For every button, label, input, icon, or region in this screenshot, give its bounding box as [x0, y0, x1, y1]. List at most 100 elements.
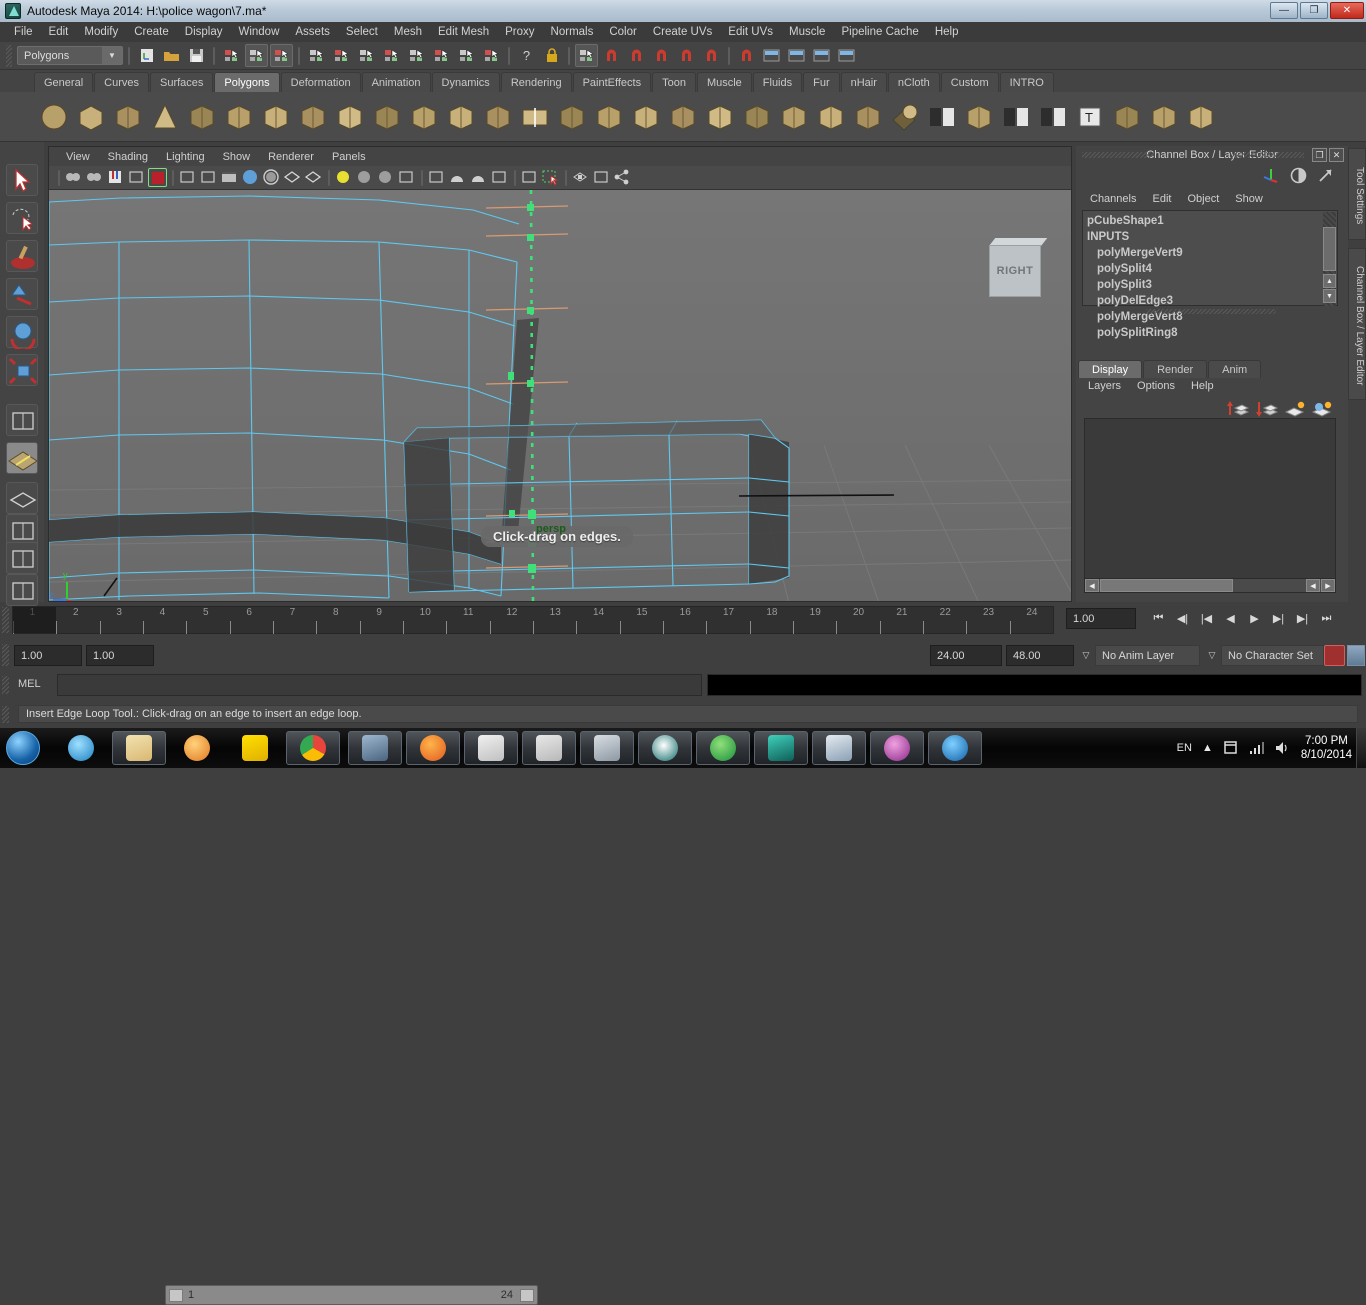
poly-duplicate-face-icon[interactable] — [851, 100, 885, 134]
poly-subdiv-icon[interactable] — [444, 100, 478, 134]
channelbox-row[interactable]: polySplit3 — [1083, 277, 1337, 293]
highlight-selection-icon[interactable] — [575, 44, 598, 67]
menuset-selector[interactable]: Polygons ▼ — [17, 46, 123, 65]
layer-hscroll-thumb[interactable] — [1100, 579, 1233, 592]
select-by-object-icon[interactable] — [245, 44, 268, 67]
select-mask-points-icon[interactable] — [405, 44, 428, 67]
insert-edge-loop-icon[interactable] — [518, 100, 552, 134]
poly-wedge-icon[interactable] — [814, 100, 848, 134]
shelf-tab-nhair[interactable]: nHair — [840, 72, 887, 92]
share-icon[interactable] — [613, 168, 632, 187]
taskbar-item-internet-download-manager[interactable] — [696, 731, 750, 765]
select-mask-center-icon[interactable] — [455, 44, 478, 67]
shelf-tab-fluids[interactable]: Fluids — [752, 72, 803, 92]
viewport-toolbar-separator[interactable] — [562, 169, 569, 186]
viewport-menu-view[interactable]: View — [57, 151, 99, 163]
taskbar-item-google-chrome[interactable] — [286, 731, 340, 765]
toolbox-layout-quad-icon[interactable] — [6, 442, 38, 474]
range-slider-left-handle[interactable] — [169, 1289, 183, 1302]
film-gate-icon[interactable] — [220, 168, 239, 187]
image-plane-icon[interactable] — [127, 168, 146, 187]
layer-hscroll-left-arrow[interactable]: ◀ — [1306, 579, 1320, 592]
magnet-icon[interactable] — [735, 44, 758, 67]
channelbox-scroll-up-button[interactable]: ▲ — [1323, 274, 1336, 288]
go-to-end-icon[interactable]: ⏭ — [1316, 608, 1337, 629]
character-set-field[interactable]: No Character Set — [1221, 645, 1324, 666]
grease-pencil-icon[interactable] — [148, 168, 167, 187]
wireframe-icon[interactable] — [199, 168, 218, 187]
save-scene-icon[interactable] — [185, 44, 208, 67]
toolbar-separator[interactable] — [125, 46, 133, 66]
toolbox-select-tool[interactable] — [6, 164, 38, 196]
poly-bevel-icon[interactable] — [592, 100, 626, 134]
new-scene-icon[interactable] — [135, 44, 158, 67]
viewport-menu-panels[interactable]: Panels — [323, 151, 375, 163]
channelbox-menu-channels[interactable]: Channels — [1082, 193, 1144, 205]
layer-menu-layers[interactable]: Layers — [1080, 380, 1129, 392]
auto-keyframe-icon[interactable] — [1324, 645, 1345, 666]
axis-display-icon[interactable] — [1262, 166, 1280, 184]
render-current-frame-icon[interactable] — [785, 44, 808, 67]
taskbar-item-system-monitor[interactable] — [580, 731, 634, 765]
ipr-icon[interactable] — [592, 168, 611, 187]
command-line-input[interactable] — [57, 674, 702, 696]
new-layer-icon[interactable] — [1285, 400, 1305, 418]
shelf-tab-intro[interactable]: INTRO — [999, 72, 1054, 92]
toolbar-separator[interactable] — [725, 46, 733, 66]
layer-hscroll-right-button[interactable]: ▶ — [1321, 579, 1335, 592]
channelbox-menu-show[interactable]: Show — [1227, 193, 1271, 205]
step-forward-keyframe-icon[interactable]: ▶| — [1292, 608, 1313, 629]
toolbox-last-tool-used[interactable] — [6, 404, 38, 436]
taskbar-item-windows-media-player[interactable] — [170, 731, 224, 765]
toolbox-four-pane-layout-icon[interactable] — [6, 542, 38, 574]
poly-append-icon[interactable] — [666, 100, 700, 134]
snap-to-point-icon[interactable] — [650, 44, 673, 67]
poly-cone-icon[interactable] — [148, 100, 182, 134]
side-tab-tool-settings[interactable]: Tool Settings — [1348, 148, 1366, 240]
wireframe-on-shaded-icon[interactable] — [283, 168, 302, 187]
new-layer-from-selected-icon[interactable] — [1312, 400, 1332, 418]
poly-bridge-icon[interactable] — [629, 100, 663, 134]
menu-item-select[interactable]: Select — [338, 24, 386, 40]
character-set-dropdown-icon[interactable]: ▽ — [1204, 645, 1220, 665]
poly-normal-icon[interactable] — [1184, 100, 1218, 134]
menu-item-normals[interactable]: Normals — [543, 24, 602, 40]
shelf-tab-ncloth[interactable]: nCloth — [887, 72, 940, 92]
shelf-tab-fur[interactable]: Fur — [803, 72, 840, 92]
poly-cube-icon[interactable] — [74, 100, 108, 134]
menu-item-color[interactable]: Color — [601, 24, 644, 40]
toolbox-paint-select-tool[interactable] — [6, 240, 38, 272]
menu-item-edit[interactable]: Edit — [41, 24, 77, 40]
toolbox-lasso-select-tool[interactable] — [6, 202, 38, 234]
viewport-menu-renderer[interactable]: Renderer — [259, 151, 323, 163]
poly-extrude-icon[interactable] — [481, 100, 515, 134]
menu-item-muscle[interactable]: Muscle — [781, 24, 833, 40]
poly-smooth-icon[interactable] — [407, 100, 441, 134]
ipr-render-icon[interactable] — [810, 44, 833, 67]
menu-item-help[interactable]: Help — [927, 24, 967, 40]
toolbar-separator[interactable] — [565, 46, 573, 66]
viewport-menu-lighting[interactable]: Lighting — [157, 151, 214, 163]
use-default-light-icon[interactable] — [355, 168, 374, 187]
playback-end-time-field[interactable]: 24.00 — [930, 645, 1002, 666]
poly-sphere-icon[interactable] — [37, 100, 71, 134]
layer-menu-help[interactable]: Help — [1183, 380, 1222, 392]
menu-item-file[interactable]: File — [6, 24, 41, 40]
side-tab-channel-box[interactable]: Channel Box / Layer Editor — [1348, 248, 1366, 400]
viewport-menu-show[interactable]: Show — [214, 151, 260, 163]
dock-close-button[interactable]: ✕ — [1329, 148, 1344, 162]
poly-uv-icon[interactable] — [1110, 100, 1144, 134]
menu-item-assets[interactable]: Assets — [287, 24, 338, 40]
viewport-menu-shading[interactable]: Shading — [99, 151, 157, 163]
dock-splitter[interactable] — [1146, 309, 1276, 314]
contrast-icon[interactable] — [1290, 167, 1307, 184]
poly-pyramid-icon[interactable] — [259, 100, 293, 134]
select-mask-cross-icon[interactable] — [480, 44, 503, 67]
move-layer-down-icon[interactable] — [1256, 400, 1278, 418]
toolbox-outliner-layout-icon[interactable] — [6, 574, 38, 606]
viewport-canvas[interactable]: y z RIGHT Click-drag on edges. persp — [49, 190, 1071, 601]
taskbar-item-mozilla-firefox[interactable] — [406, 731, 460, 765]
channelbox-row[interactable]: polySplitRing8 — [1083, 325, 1337, 341]
shelf-tab-toon[interactable]: Toon — [652, 72, 696, 92]
render-view-icon[interactable] — [760, 44, 783, 67]
